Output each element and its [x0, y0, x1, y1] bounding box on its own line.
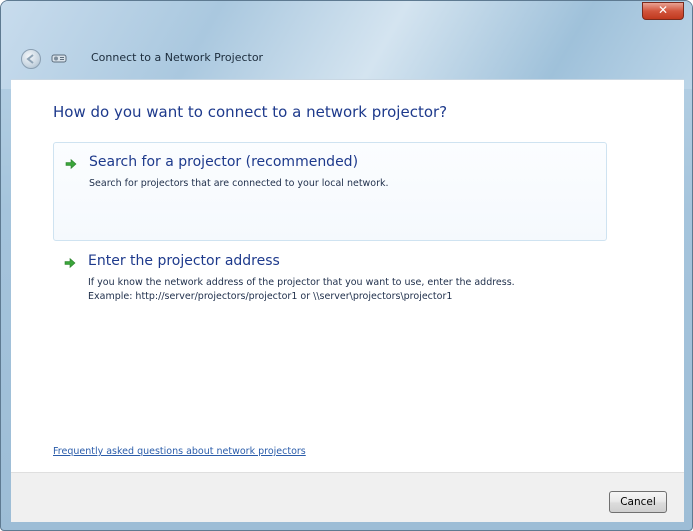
enter-address-description-line: If you know the network address of the p… — [88, 277, 515, 288]
back-button[interactable] — [21, 49, 41, 69]
enter-address-option[interactable]: Enter the projector address If you know … — [53, 248, 607, 318]
projector-icon — [51, 54, 67, 63]
search-projector-title: Search for a projector (recommended) — [89, 154, 359, 170]
faq-link[interactable]: Frequently asked questions about network… — [53, 446, 306, 457]
title-bar: ✕ Connect to a Network Projector — [1, 1, 692, 89]
window-title: Connect to a Network Projector — [91, 51, 264, 64]
search-projector-description: Search for projectors that are connected… — [89, 178, 389, 189]
search-projector-option[interactable]: Search for a projector (recommended) Sea… — [53, 142, 607, 241]
enter-address-description: If you know the network address of the p… — [88, 276, 515, 304]
content-area: How do you want to connect to a network … — [11, 79, 684, 472]
dialog-window: ✕ Connect to a Network Projector How do … — [0, 0, 693, 531]
footer-bar: Cancel — [11, 472, 684, 522]
cancel-button[interactable]: Cancel — [609, 491, 667, 513]
page-heading: How do you want to connect to a network … — [53, 103, 448, 121]
enter-address-title: Enter the projector address — [88, 253, 280, 269]
green-arrow-icon — [64, 257, 76, 269]
close-button[interactable]: ✕ — [642, 2, 684, 20]
enter-address-example-line: Example: http://server/projectors/projec… — [88, 291, 453, 302]
back-arrow-icon — [26, 54, 34, 64]
green-arrow-icon — [65, 158, 77, 170]
